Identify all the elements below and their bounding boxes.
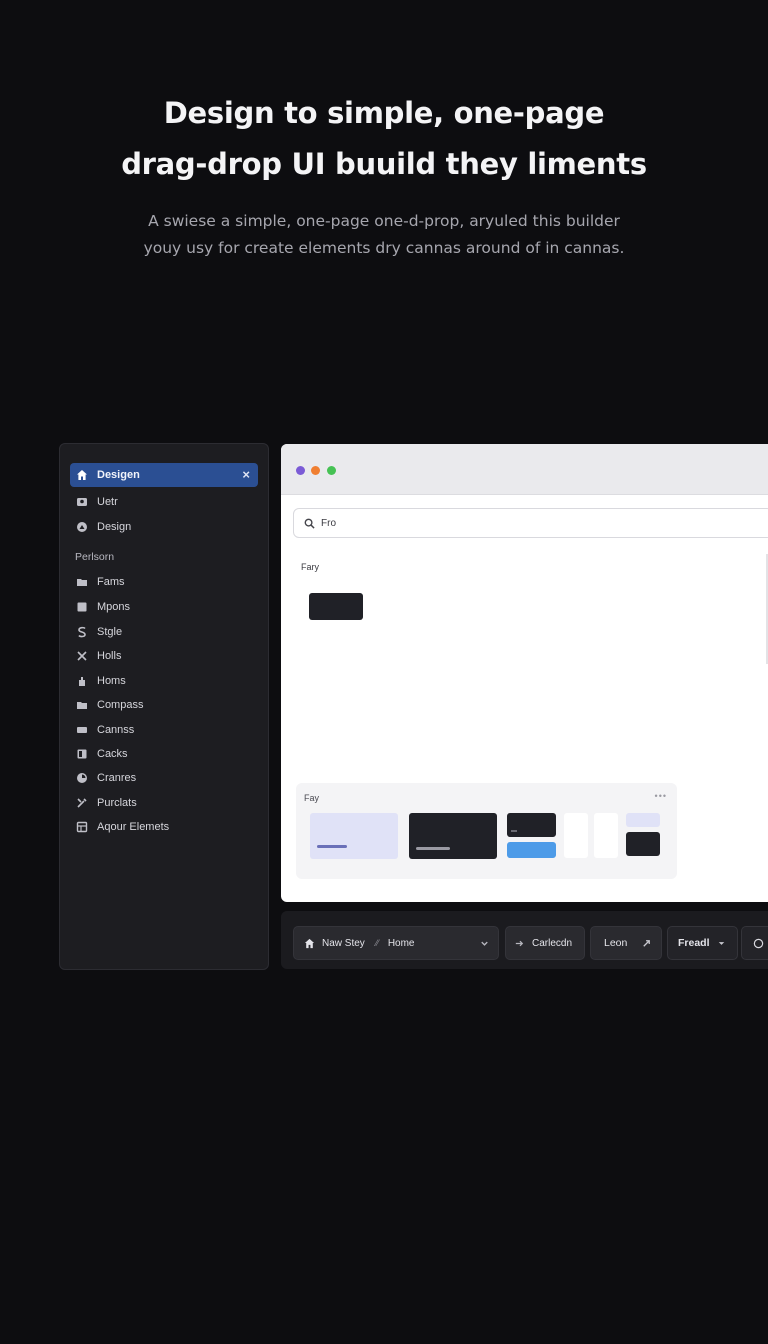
library-tile-lavender[interactable] [310, 813, 398, 859]
circle-button[interactable] [741, 926, 768, 960]
hero-title: Design to simple, one-page drag-drop UI … [0, 88, 768, 190]
library-label: Fay [304, 793, 320, 803]
canvas-element-dark-block[interactable] [309, 593, 363, 620]
connect-label: Carlecdn [532, 937, 573, 949]
search-bar[interactable] [293, 508, 768, 538]
library-tile-white[interactable] [564, 813, 588, 858]
sidebar-item-label: Cacks [97, 748, 128, 760]
sidebar-item-label: Cannss [97, 724, 135, 736]
chevron-down-icon [716, 938, 727, 949]
sidebar-item-label: Aqour Elemets [97, 821, 170, 833]
tile-bar [317, 845, 347, 848]
sidebar-item-cranres[interactable]: Cranres [70, 766, 258, 790]
tools-icon [76, 650, 88, 662]
chevron-down-icon [479, 938, 490, 949]
sidebar-item-label: Fams [97, 576, 125, 588]
window-dot-orange[interactable] [311, 466, 320, 475]
more-icon[interactable]: ••• [655, 791, 667, 801]
sidebar-item-cacks[interactable]: Cacks [70, 742, 258, 766]
hero-subtitle-line-1: A swiese a simple, one-page one-d-prop, … [148, 212, 620, 230]
sidebar-item-purclats[interactable]: Purclats [70, 791, 258, 815]
hero-title-line-1: Design to simple, one-page [163, 96, 605, 130]
expand-icon [641, 938, 652, 949]
leon-button[interactable]: Leon [590, 926, 662, 960]
library-tile-lavender-small[interactable] [626, 813, 660, 827]
calendar-icon [76, 748, 88, 760]
library-tile-dark[interactable] [409, 813, 497, 859]
sidebar-item-label: Purclats [97, 797, 137, 809]
element-library-panel: Fay ••• [296, 783, 677, 879]
sidebar-item-uetr[interactable]: Uetr [70, 490, 258, 514]
sidebar-item-label: Mpons [97, 601, 131, 613]
sidebar-item-label: Homs [97, 675, 126, 687]
freadl-label: Freadl [678, 937, 710, 949]
page-select-label: Naw Stey [322, 937, 365, 949]
sidebar-item-label: Holls [97, 650, 122, 662]
window-titlebar [281, 444, 768, 495]
separator: ⁄⁄ [375, 938, 379, 948]
folder-icon [76, 699, 88, 711]
design-icon [76, 521, 88, 533]
sidebar-item-cannss[interactable]: Cannss [70, 718, 258, 742]
tools-icon [76, 797, 88, 809]
page-select-value: Home [387, 937, 415, 949]
search-input[interactable] [321, 517, 721, 529]
tile-bar [511, 830, 517, 832]
sidebar-item-label: Design [97, 521, 132, 533]
arrow-icon [514, 938, 525, 949]
sidebar-item-desigen[interactable]: Desigen × [70, 463, 258, 487]
sidebar-section-label: Perlsorn [75, 551, 115, 563]
hero-subtitle: A swiese a simple, one-page one-d-prop, … [0, 208, 768, 262]
library-tile-dark-small[interactable] [507, 813, 556, 837]
style-icon [76, 626, 88, 638]
sidebar-item-label: Cranres [97, 772, 137, 784]
close-icon[interactable]: × [242, 467, 250, 482]
hero-title-line-2: drag-drop UI buuild they liments [121, 147, 647, 181]
library-tile-dark-square[interactable] [626, 832, 660, 856]
page-select-dropdown[interactable]: Naw Stey ⁄⁄ Home [293, 926, 499, 960]
window-dot-purple[interactable] [296, 466, 305, 475]
square-icon [76, 601, 88, 613]
pie-icon [76, 772, 88, 784]
sidebar-item-fams[interactable]: Fams [70, 570, 258, 594]
grid-icon [76, 821, 88, 833]
card-icon [76, 724, 88, 736]
circle-icon [753, 938, 764, 949]
tile-bar [416, 847, 450, 850]
home-icon [304, 938, 315, 949]
folder-icon [76, 576, 88, 588]
sidebar: Desigen × Uetr Design Perlsorn Fams Mpon… [59, 443, 269, 970]
sidebar-item-stgle[interactable]: Stgle [70, 620, 258, 644]
hero-subtitle-line-2: youy usy for create elements dry cannas … [143, 239, 625, 257]
sidebar-item-homs[interactable]: Homs [70, 669, 258, 693]
library-tile-blue-button[interactable] [507, 842, 556, 858]
sidebar-item-label: Compass [97, 699, 144, 711]
home-icon [76, 469, 88, 481]
sidebar-item-label: Uetr [97, 496, 118, 508]
sidebar-item-label: Stgle [97, 626, 123, 638]
hand-icon [76, 675, 88, 687]
canvas-window: Fary Fay ••• [281, 444, 768, 902]
sidebar-item-compass[interactable]: Compass [70, 693, 258, 717]
freadl-dropdown[interactable]: Freadl [667, 926, 738, 960]
sidebar-item-aqour-elemets[interactable]: Aqour Elemets [70, 815, 258, 839]
leon-label: Leon [604, 937, 628, 949]
sidebar-item-label: Desigen [97, 469, 140, 481]
canvas-label: Fary [301, 562, 319, 572]
sidebar-item-mpons[interactable]: Mpons [70, 595, 258, 619]
user-icon [76, 496, 88, 508]
library-tile-white-2[interactable] [594, 813, 618, 858]
sidebar-item-holls[interactable]: Holls [70, 644, 258, 668]
sidebar-item-design[interactable]: Design [70, 515, 258, 539]
window-dot-green[interactable] [327, 466, 336, 475]
bottom-toolbar: Naw Stey ⁄⁄ Home Carlecdn Leon Freadl [281, 911, 768, 969]
connect-button[interactable]: Carlecdn [505, 926, 585, 960]
search-icon [304, 518, 315, 529]
